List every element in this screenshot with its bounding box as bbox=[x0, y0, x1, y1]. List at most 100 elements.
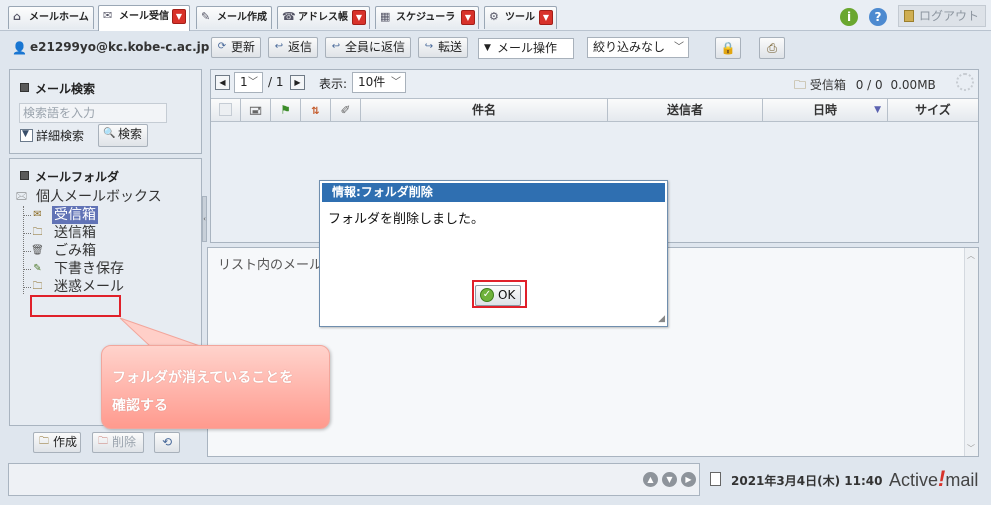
mail-operations-menu[interactable]: ▼ メール操作 bbox=[478, 38, 574, 59]
logout-button[interactable]: ログアウト bbox=[898, 5, 986, 27]
mail-folder-title-text: メールフォルダ bbox=[35, 170, 120, 184]
folder-sent-label: 送信箱 bbox=[54, 225, 96, 241]
priority-icon: ⇅ bbox=[311, 106, 320, 117]
tab-label: メール受信 bbox=[119, 11, 169, 22]
callout-text: フォルダが消えていることを 確認する bbox=[112, 370, 294, 414]
help-icon[interactable]: ? bbox=[869, 8, 887, 26]
flag-column[interactable]: ⚑ bbox=[271, 99, 301, 121]
calendar-small-icon bbox=[710, 472, 721, 486]
display-count-value: 10件 bbox=[358, 75, 386, 89]
tab-dropdown-icon[interactable]: ▼ bbox=[352, 10, 366, 25]
tab-dropdown-icon[interactable]: ▼ bbox=[539, 10, 553, 25]
preview-scrollbar[interactable]: ︿ ﹀ bbox=[964, 248, 978, 456]
column-subject[interactable]: 件名 bbox=[361, 99, 608, 121]
refresh-icon: ⟳ bbox=[217, 41, 227, 52]
select-all-column[interactable] bbox=[211, 99, 241, 121]
resize-grip-icon[interactable]: ◢ bbox=[658, 315, 665, 324]
logout-label: ログアウト bbox=[919, 9, 980, 23]
folder-icon: 🗀 bbox=[794, 78, 807, 92]
chevron-down-icon: ﹀ bbox=[248, 77, 258, 88]
home-icon: ⌂ bbox=[13, 10, 21, 23]
print-icon: ⎙ bbox=[767, 41, 777, 55]
column-size[interactable]: サイズ bbox=[888, 99, 978, 121]
tab-mail-receive[interactable]: ✉ メール受信 ▼ bbox=[98, 5, 190, 31]
info-icon[interactable]: i bbox=[840, 8, 858, 26]
column-date-label: 日時 bbox=[812, 103, 837, 117]
nav-down-icon[interactable]: ▼ bbox=[662, 472, 677, 487]
refresh-button[interactable]: ⟳ 更新 bbox=[211, 37, 261, 58]
logout-icon bbox=[904, 10, 914, 22]
inbox-icon: ✉ bbox=[33, 209, 42, 220]
display-count-select[interactable]: 10件 ﹀ bbox=[352, 72, 406, 93]
draft-icon: ✎ bbox=[33, 263, 42, 274]
delete-folder-icon: 🗀 bbox=[98, 436, 108, 447]
nav-up-icon[interactable]: ▲ bbox=[643, 472, 658, 487]
mail-operations-label: メール操作 bbox=[497, 41, 558, 55]
logo-text-right: mail bbox=[945, 470, 979, 490]
create-folder-button[interactable]: 🗀 作成 bbox=[33, 432, 81, 453]
mail-folder-title: メールフォルダ bbox=[20, 168, 119, 185]
collapse-square-icon[interactable] bbox=[20, 83, 29, 92]
tree-line bbox=[24, 233, 31, 234]
reply-button[interactable]: ↩ 返信 bbox=[268, 37, 318, 58]
ok-highlight-frame bbox=[472, 280, 527, 308]
tab-mail-compose[interactable]: ✎ メール作成 bbox=[196, 6, 272, 29]
tab-mail-home[interactable]: ⌂ メールホーム bbox=[8, 6, 94, 29]
search-input[interactable]: 検索語を入力 bbox=[19, 103, 167, 123]
attachment-icon: ✐ bbox=[340, 103, 351, 117]
collapse-square-icon[interactable] bbox=[20, 171, 29, 180]
chevron-down-icon: ﹀ bbox=[674, 42, 684, 53]
column-date[interactable]: 日時 ▼ bbox=[763, 99, 888, 121]
dialog-message: フォルダを削除しました。 bbox=[328, 212, 485, 227]
folder-drafts-label: 下書き保存 bbox=[54, 261, 124, 277]
search-button[interactable]: 🔍 検索 bbox=[98, 124, 148, 147]
page-select[interactable]: 1 ﹀ bbox=[234, 72, 263, 93]
folder-count: 0 / 0 bbox=[855, 78, 883, 92]
sent-folder-icon: 🗀 bbox=[32, 227, 43, 238]
refresh-icon: ⟲ bbox=[161, 435, 173, 449]
delete-folder-label: 削除 bbox=[112, 435, 137, 449]
scroll-up-icon[interactable]: ︿ bbox=[967, 250, 975, 261]
active-mail-logo: Active!mail bbox=[889, 466, 978, 492]
attachment-column[interactable]: ✐ bbox=[331, 99, 361, 121]
folder-inbox-label: 受信箱 bbox=[52, 206, 98, 224]
tab-tools[interactable]: ⚙ ツール ▼ bbox=[484, 6, 557, 29]
filter-select[interactable]: 絞り込みなし ﹀ bbox=[587, 37, 689, 58]
reply-label: 返信 bbox=[288, 40, 313, 54]
tab-scheduler[interactable]: ▦ スケジューラ ▼ bbox=[375, 6, 479, 29]
nav-right-icon[interactable]: ▶ bbox=[681, 472, 696, 487]
detail-search-checkbox[interactable]: ▼ bbox=[20, 129, 33, 142]
priority-column[interactable]: ⇅ bbox=[301, 99, 331, 121]
read-status-column[interactable]: 🖃 bbox=[241, 99, 271, 121]
folder-size: 0.00MB bbox=[890, 78, 936, 92]
column-sender[interactable]: 送信者 bbox=[608, 99, 763, 121]
address-book-icon: ☎ bbox=[282, 10, 296, 23]
tab-address-book[interactable]: ☎ アドレス帳 ▼ bbox=[277, 6, 370, 29]
page-next-button[interactable]: ▶ bbox=[290, 75, 305, 90]
detail-search-toggle[interactable]: ▼ 詳細検索 bbox=[20, 127, 84, 144]
reply-all-button[interactable]: ↩ 全員に返信 bbox=[325, 37, 411, 58]
reply-all-icon: ↩ bbox=[331, 41, 341, 52]
delete-folder-button[interactable]: 🗀 削除 bbox=[92, 432, 144, 453]
loading-spinner-icon bbox=[956, 73, 974, 91]
current-datetime: 2021年3月4日(木) 11:40 bbox=[731, 474, 883, 488]
lock-button[interactable]: 🔒 bbox=[715, 37, 741, 59]
page-prev-button[interactable]: ◀ bbox=[215, 75, 230, 90]
tab-dropdown-icon[interactable]: ▼ bbox=[461, 10, 475, 25]
scroll-down-icon[interactable]: ﹀ bbox=[967, 443, 975, 454]
display-label: 表示: bbox=[319, 77, 348, 91]
tab-label: ツール bbox=[505, 12, 535, 23]
calendar-icon: ▦ bbox=[380, 10, 391, 23]
preview-placeholder: リスト内のメール bbox=[218, 258, 323, 273]
tree-line bbox=[24, 269, 31, 270]
dialog-title[interactable]: 情報:フォルダ削除 bbox=[322, 183, 665, 202]
print-button[interactable]: ⎙ bbox=[759, 37, 785, 59]
refresh-folders-button[interactable]: ⟲ bbox=[154, 432, 180, 453]
mail-search-title: メール検索 bbox=[20, 80, 95, 97]
pane-splitter-handle[interactable]: ‹ bbox=[202, 196, 207, 242]
tab-label: アドレス帳 bbox=[298, 12, 348, 23]
select-all-checkbox[interactable] bbox=[219, 103, 232, 116]
forward-button[interactable]: ↪ 転送 bbox=[418, 37, 468, 58]
flag-icon: ⚑ bbox=[280, 103, 291, 117]
tab-dropdown-icon[interactable]: ▼ bbox=[172, 9, 186, 24]
